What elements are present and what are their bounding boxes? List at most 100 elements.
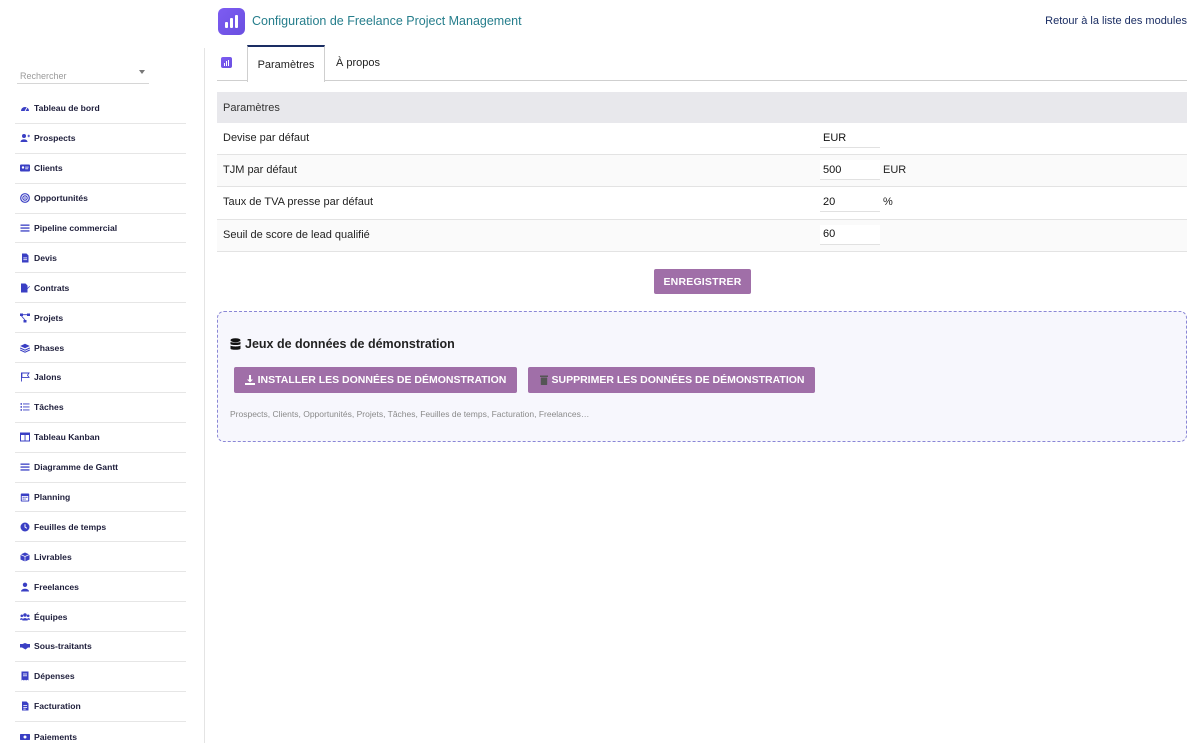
setting-label: Seuil de score de lead qualifié (223, 228, 370, 241)
sidebar-item-contrats[interactable]: Contrats (15, 273, 186, 304)
sidebar-item-sous-traitants[interactable]: Sous-traitants (15, 632, 186, 662)
setting-value-input[interactable] (820, 160, 880, 181)
settings-table: Paramètres Devise par défaut TJM par défa… (217, 92, 1187, 252)
box-icon (19, 551, 30, 562)
sidebar-item-phases[interactable]: Phases (15, 333, 186, 364)
demo-description: Prospects, Clients, Opportunités, Projet… (230, 409, 590, 419)
sidebar-item-label: Planning (34, 492, 71, 503)
sidebar-item-planning[interactable]: Planning (15, 483, 186, 513)
sidebar-item-prospects[interactable]: Prospects (15, 124, 186, 154)
flag-icon (19, 372, 30, 383)
sidebar-item-facturation[interactable]: Facturation (15, 692, 186, 722)
gantt-icon (19, 462, 30, 473)
app-logo-icon (218, 8, 245, 35)
delete-demo-label: SUPPRIMER LES DONNÉES DE DÉMONSTRATION (551, 374, 805, 386)
module-icon (221, 57, 232, 68)
demo-title-text: Jeux de données de démonstration (245, 337, 455, 351)
sidebar-item-label: Diagramme de Gantt (34, 462, 119, 473)
sidebar-item-label: Prospects (34, 133, 76, 144)
chevron-down-icon[interactable] (139, 70, 145, 74)
sidebar-item-label: Opportunités (34, 193, 88, 204)
back-to-modules-link[interactable]: Retour à la liste des modules (1045, 15, 1187, 27)
columns-icon (19, 432, 30, 443)
save-button[interactable]: ENREGISTRER (654, 269, 751, 294)
sidebar-item-equipes[interactable]: Équipes (15, 602, 186, 633)
sidebar-item-clients[interactable]: Clients (15, 154, 186, 184)
sidebar-item-label: Tableau de bord (34, 103, 100, 114)
page-title: Configuration de Freelance Project Manag… (252, 14, 522, 28)
sidebar-item-label: Jalons (34, 372, 62, 383)
database-icon (230, 337, 241, 350)
clock-icon (19, 521, 30, 532)
delete-demo-data-button[interactable]: SUPPRIMER LES DONNÉES DE DÉMONSTRATION (528, 367, 815, 393)
setting-value-input[interactable] (820, 128, 880, 148)
id-card-icon (19, 163, 30, 174)
settings-row: TJM par défaut EUR (217, 155, 1187, 188)
sidebar-item-pipeline-commercial[interactable]: Pipeline commercial (15, 214, 186, 244)
layer-group-icon (19, 342, 30, 353)
bars-icon (19, 223, 30, 234)
demo-title: Jeux de données de démonstration (230, 337, 455, 351)
download-icon (244, 375, 255, 385)
user-plus-icon (19, 133, 30, 144)
sidebar-item-label: Feuilles de temps (34, 521, 107, 532)
tab-a-propos[interactable]: À propos (325, 45, 391, 81)
sidebar-item-label: Équipes (34, 611, 68, 622)
money-bill-icon (19, 731, 30, 742)
tasks-icon (19, 402, 30, 413)
tab-parametres[interactable]: Paramètres (247, 45, 325, 82)
sidebar-divider (204, 48, 205, 743)
users-icon (19, 611, 30, 622)
project-diagram-icon (19, 312, 30, 323)
sidebar-item-label: Tâches (34, 402, 64, 413)
sidebar-item-diagramme-de-gantt[interactable]: Diagramme de Gantt (15, 453, 186, 483)
search-select[interactable] (17, 66, 149, 85)
sidebar-item-taches[interactable]: Tâches (15, 393, 186, 423)
settings-row: Seuil de score de lead qualifié (217, 219, 1187, 252)
file-icon (19, 252, 30, 263)
setting-unit: % (883, 196, 893, 209)
tab-bar: Paramètres À propos (217, 45, 1187, 82)
file-signature-icon (19, 282, 30, 293)
receipt-icon (19, 671, 30, 682)
sidebar-item-label: Freelances (34, 581, 79, 592)
sidebar-item-label: Pipeline commercial (34, 223, 118, 233)
settings-row: Taux de TVA presse par défaut% (217, 187, 1187, 220)
sidebar-item-paiements[interactable]: Paiements (15, 722, 186, 743)
sidebar-item-devis[interactable]: Devis (15, 243, 186, 274)
setting-label: Taux de TVA presse par défaut (223, 196, 374, 209)
gauge-icon (19, 103, 30, 114)
sidebar-item-projets[interactable]: Projets (15, 303, 186, 334)
sidebar-item-label: Sous-traitants (34, 641, 92, 652)
sidebar-item-tableau-de-bord[interactable]: Tableau de bord (15, 94, 186, 124)
handshake-icon (19, 641, 30, 652)
setting-value-input[interactable] (820, 192, 880, 213)
sidebar-item-tableau-kanban[interactable]: Tableau Kanban (15, 423, 186, 453)
sidebar-item-depenses[interactable]: Dépenses (15, 662, 186, 692)
sidebar-item-feuilles-de-temps[interactable]: Feuilles de temps (15, 512, 186, 543)
sidebar-item-label: Devis (34, 252, 57, 263)
settings-row: Devise par défaut (217, 123, 1187, 156)
sidebar-item-label: Facturation (34, 701, 81, 712)
search-input[interactable] (17, 67, 149, 85)
invoice-icon (19, 701, 30, 712)
sidebar-item-label: Tableau Kanban (34, 432, 100, 443)
sidebar-item-label: Dépenses (34, 671, 75, 682)
sidebar-item-livrables[interactable]: Livrables (15, 542, 186, 573)
setting-label: TJM par défaut (223, 164, 297, 177)
sidebar-item-label: Phases (34, 342, 65, 353)
setting-unit: EUR (883, 164, 907, 177)
sidebar-item-jalons[interactable]: Jalons (15, 363, 186, 393)
sidebar-item-label: Paiements (34, 731, 77, 742)
sidebar-item-label: Livrables (34, 551, 72, 562)
sidebar-item-freelances[interactable]: Freelances (15, 572, 186, 603)
user-tie-icon (19, 581, 30, 592)
setting-value-input[interactable] (820, 224, 880, 245)
install-demo-label: INSTALLER LES DONNÉES DE DÉMONSTRATION (257, 374, 507, 386)
install-demo-data-button[interactable]: INSTALLER LES DONNÉES DE DÉMONSTRATION (234, 367, 517, 393)
sidebar-item-label: Clients (34, 163, 63, 174)
sidebar-item-label: Contrats (34, 282, 70, 293)
target-icon (19, 193, 30, 204)
setting-label: Devise par défaut (223, 132, 310, 144)
sidebar-item-opportunites[interactable]: Opportunités (15, 184, 186, 214)
